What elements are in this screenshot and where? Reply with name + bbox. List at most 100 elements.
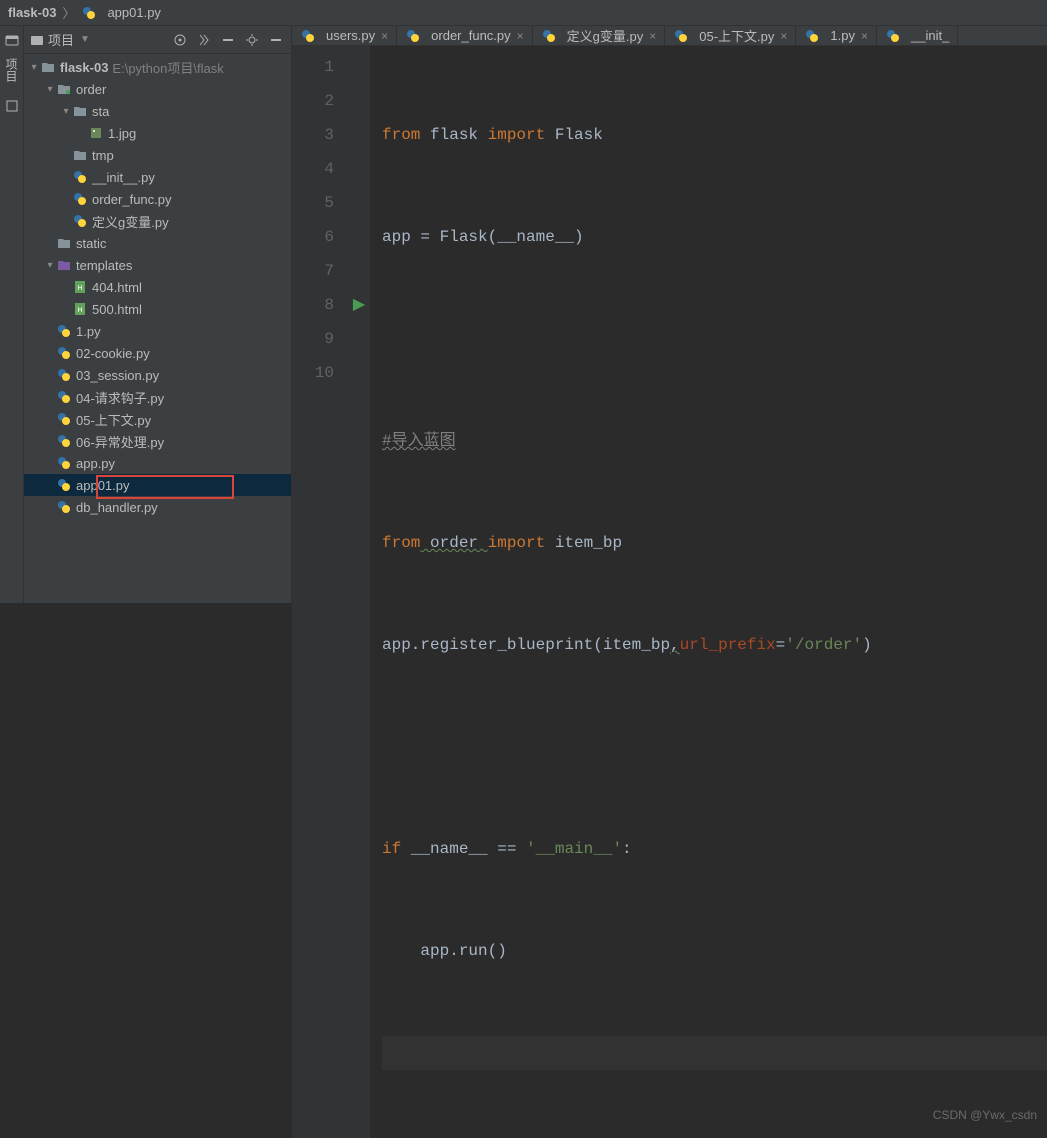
close-icon[interactable]: × <box>381 29 388 43</box>
tree-row-500[interactable]: H 500.html <box>24 298 291 320</box>
tree-label: 03_session.py <box>76 368 159 383</box>
project-tool-icon[interactable] <box>4 32 20 48</box>
python-file-icon <box>405 28 421 44</box>
code-editor[interactable]: 1 2 3 4 5 6 7 8 9 10 ▶ from flask import… <box>292 46 1047 1138</box>
tree-row-sta[interactable]: ▾ sta <box>24 100 291 122</box>
chevron-down-icon[interactable]: ▾ <box>44 260 56 271</box>
tree-label: 1.jpg <box>108 126 136 141</box>
tree-label: flask-03 <box>60 60 108 75</box>
tree-label: 06-异常处理.py <box>76 432 164 451</box>
svg-text:H: H <box>77 285 82 292</box>
folder-icon <box>72 147 88 163</box>
editor-tabs: users.py × order_func.py × 定义g变量.py × 05… <box>292 26 1047 46</box>
python-file-icon <box>56 499 72 515</box>
svg-text:H: H <box>77 307 82 314</box>
tree-row-order[interactable]: ▾ order <box>24 78 291 100</box>
breadcrumb-project[interactable]: flask-03 <box>8 5 56 20</box>
chevron-down-icon[interactable]: ▾ <box>28 62 40 73</box>
tree-label: app01.py <box>76 478 130 493</box>
tab-ctx[interactable]: 05-上下文.py × <box>665 26 796 45</box>
tree-label: 404.html <box>92 280 142 295</box>
tree-row-cookie[interactable]: 02-cookie.py <box>24 342 291 364</box>
tree-label: app.py <box>76 456 115 471</box>
tree-row-static[interactable]: static <box>24 232 291 254</box>
hide-icon[interactable] <box>267 31 285 49</box>
tree-label: 定义g变量.py <box>92 212 169 231</box>
tab-1py[interactable]: 1.py × <box>796 26 877 45</box>
tree-label: sta <box>92 104 109 119</box>
tree-row-1py[interactable]: 1.py <box>24 320 291 342</box>
code-content[interactable]: from flask import Flask app = Flask(__na… <box>370 46 1047 1138</box>
tab-label: 05-上下文.py <box>699 26 774 45</box>
close-icon[interactable]: × <box>861 29 868 43</box>
tab-gvar[interactable]: 定义g变量.py × <box>533 26 666 45</box>
tree-row-orderfunc[interactable]: order_func.py <box>24 188 291 210</box>
tree-row-gvar[interactable]: 定义g变量.py <box>24 210 291 232</box>
python-file-icon <box>804 28 820 44</box>
python-file-icon <box>56 411 72 427</box>
python-file-icon <box>673 28 689 44</box>
folder-icon <box>56 257 72 273</box>
close-icon[interactable]: × <box>649 29 656 43</box>
html-file-icon: H <box>72 279 88 295</box>
tab-users[interactable]: users.py × <box>292 26 397 45</box>
tab-orderfunc[interactable]: order_func.py × <box>397 26 533 45</box>
tree-row-session[interactable]: 03_session.py <box>24 364 291 386</box>
tree-row-ctx[interactable]: 05-上下文.py <box>24 408 291 430</box>
chevron-down-icon[interactable]: ▾ <box>44 84 56 95</box>
run-icon[interactable]: ▶ <box>348 288 370 322</box>
tree-row-exc[interactable]: 06-异常处理.py <box>24 430 291 452</box>
tree-row-hook[interactable]: 04-请求钩子.py <box>24 386 291 408</box>
python-file-icon <box>72 191 88 207</box>
project-icon <box>30 33 44 47</box>
tree-row-tmp[interactable]: tmp <box>24 144 291 166</box>
tree-label: db_handler.py <box>76 500 158 515</box>
tree-label: 500.html <box>92 302 142 317</box>
tab-label: 定义g变量.py <box>567 26 644 45</box>
tree-row-init[interactable]: __init__.py <box>24 166 291 188</box>
structure-tool-icon[interactable] <box>4 98 20 114</box>
tree-label: tmp <box>92 148 114 163</box>
python-file-icon <box>56 345 72 361</box>
html-file-icon: H <box>72 301 88 317</box>
tree-row-dbh[interactable]: db_handler.py <box>24 496 291 518</box>
tree-label: 05-上下文.py <box>76 410 151 429</box>
project-tool-label[interactable]: 项目 <box>3 58 20 82</box>
python-file-icon <box>56 433 72 449</box>
tree-label: 02-cookie.py <box>76 346 150 361</box>
tree-row-root[interactable]: ▾ flask-03 E:\python项目\flask <box>24 56 291 78</box>
tree-label: 04-请求钩子.py <box>76 388 164 407</box>
python-file-icon <box>541 28 557 44</box>
tree-label: 1.py <box>76 324 101 339</box>
folder-icon <box>56 235 72 251</box>
python-file-icon <box>81 5 97 21</box>
tree-row-templates[interactable]: ▾ templates <box>24 254 291 276</box>
python-file-icon <box>885 28 901 44</box>
tree-label: templates <box>76 258 132 273</box>
expand-icon[interactable] <box>195 31 213 49</box>
main-container: 项目 项目 ▼ ▾ flask-03 E:\python项目\fla <box>0 26 1047 603</box>
tree-row-app[interactable]: app.py <box>24 452 291 474</box>
tab-label: order_func.py <box>431 28 511 43</box>
project-tree[interactable]: ▾ flask-03 E:\python项目\flask ▾ order ▾ s… <box>24 54 291 603</box>
chevron-down-icon[interactable]: ▾ <box>60 106 72 117</box>
python-file-icon <box>56 477 72 493</box>
tree-path: E:\python项目\flask <box>112 58 223 77</box>
tree-row-app01[interactable]: app01.py <box>24 474 291 496</box>
project-panel-header: 项目 ▼ <box>24 26 291 54</box>
tree-row-jpg[interactable]: 1.jpg <box>24 122 291 144</box>
tab-init[interactable]: __init_ <box>877 26 958 45</box>
project-panel-title[interactable]: 项目 ▼ <box>30 30 165 49</box>
close-icon[interactable]: × <box>780 29 787 43</box>
breadcrumb-file[interactable]: app01.py <box>107 5 161 20</box>
close-icon[interactable]: × <box>517 29 524 43</box>
locate-icon[interactable] <box>171 31 189 49</box>
tab-label: __init_ <box>911 28 949 43</box>
python-file-icon <box>300 28 316 44</box>
gutter-marks: ▶ <box>348 46 370 1138</box>
gear-icon[interactable] <box>243 31 261 49</box>
project-panel: 项目 ▼ ▾ flask-03 E:\python项目\flask ▾ orde… <box>24 26 292 603</box>
collapse-icon[interactable] <box>219 31 237 49</box>
tree-row-404[interactable]: H 404.html <box>24 276 291 298</box>
folder-icon <box>56 81 72 97</box>
